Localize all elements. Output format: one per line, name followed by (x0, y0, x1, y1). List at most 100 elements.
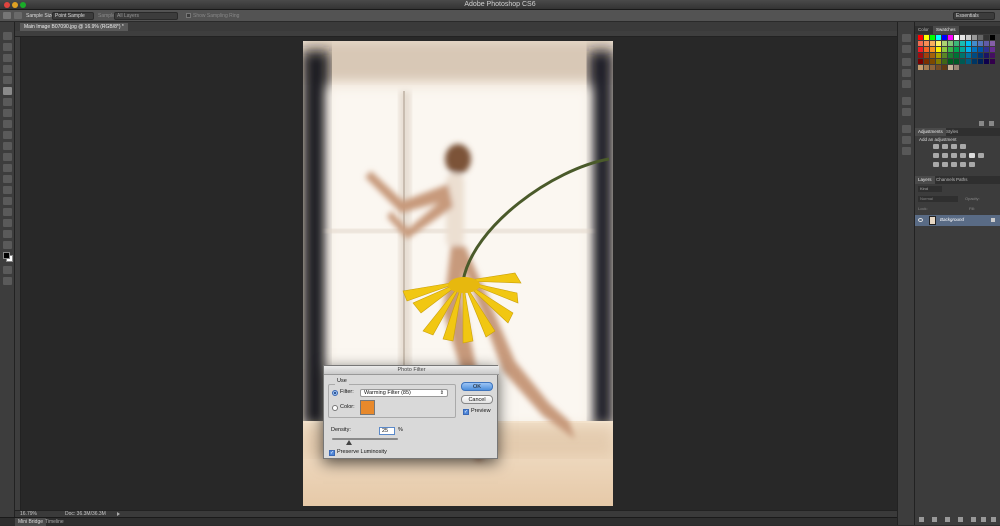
density-slider-track[interactable] (332, 438, 398, 440)
layer-row[interactable]: Background (915, 215, 1000, 226)
healing-brush-tool-icon[interactable] (3, 98, 12, 106)
sample-select[interactable]: All Layers (114, 12, 178, 20)
density-input[interactable]: 25 (379, 427, 395, 435)
document-tab[interactable]: Main Image B07090.jpg @ 16.9% (RGB/8*) * (20, 23, 128, 31)
shape-tool-icon[interactable] (3, 219, 12, 227)
tab-color[interactable]: Color (915, 26, 932, 34)
threshold-icon[interactable] (951, 162, 957, 167)
lock-label: Lock: (918, 206, 928, 211)
cancel-button[interactable]: Cancel (461, 395, 493, 404)
brush-presets-icon[interactable] (902, 69, 911, 77)
new-group-icon[interactable] (971, 517, 976, 522)
curves-icon[interactable] (951, 144, 957, 149)
type-tool-icon[interactable] (3, 197, 12, 205)
history-brush-tool-icon[interactable] (3, 131, 12, 139)
eyedropper-tool-icon[interactable] (3, 87, 12, 95)
tab-paths[interactable]: Paths (953, 176, 971, 184)
paragraph-icon[interactable] (902, 108, 911, 116)
link-layers-icon[interactable] (919, 517, 924, 522)
preview-checkbox[interactable]: ✓ (463, 409, 469, 415)
fill-label: Fill: (969, 206, 976, 211)
hue-saturation-icon[interactable] (942, 153, 948, 158)
crop-tool-icon[interactable] (3, 76, 12, 84)
navigator-icon[interactable] (902, 136, 911, 144)
play-action-icon[interactable] (902, 58, 911, 66)
color-swatch[interactable] (360, 400, 375, 415)
exposure-icon[interactable] (960, 144, 966, 149)
color-radio[interactable] (332, 405, 338, 411)
visibility-eye-icon[interactable] (918, 218, 923, 222)
zoom-tool-icon[interactable] (3, 241, 12, 249)
swatches-grid[interactable] (918, 35, 998, 79)
foreground-color-icon[interactable] (3, 252, 10, 259)
filter-label: Filter: (340, 389, 354, 395)
clone-source-icon[interactable] (902, 80, 911, 88)
app-title: Adobe Photoshop CS6 (464, 1, 536, 8)
posterize-icon[interactable] (942, 162, 948, 167)
sample-size-select[interactable]: Point Sample (52, 12, 94, 20)
layer-name: Background (940, 217, 965, 222)
gradient-map-icon[interactable] (960, 162, 966, 167)
color-balance-icon[interactable] (951, 153, 957, 158)
clone-stamp-tool-icon[interactable] (3, 120, 12, 128)
show-ring-checkbox[interactable] (186, 13, 191, 18)
workspace-select[interactable]: Essentials (953, 12, 995, 20)
filter-select-value: Warming Filter (85) (364, 390, 411, 396)
black-white-icon[interactable] (960, 153, 966, 158)
brush-tool-icon[interactable] (3, 109, 12, 117)
layer-filter-kind[interactable]: Kind (918, 186, 942, 192)
tool-presets-icon[interactable] (902, 147, 911, 155)
lasso-tool-icon[interactable] (3, 54, 12, 62)
properties-icon[interactable] (902, 45, 911, 53)
vibrance-icon[interactable] (933, 153, 939, 158)
character-icon[interactable] (902, 97, 911, 105)
color-panel-tabs: Color Swatches (915, 26, 1000, 34)
trash-icon[interactable] (991, 517, 996, 522)
quick-selection-tool-icon[interactable] (3, 65, 12, 73)
tab-styles[interactable]: Styles (943, 128, 961, 136)
new-adjustment-layer-icon[interactable] (958, 517, 963, 522)
layers-panel-tabs: Layers Channels Paths (915, 176, 1000, 184)
title-bar: Adobe Photoshop CS6 (0, 0, 1000, 10)
blend-mode-select[interactable]: Normal (918, 196, 958, 202)
info-icon[interactable] (902, 125, 911, 133)
move-tool-icon[interactable] (3, 32, 12, 40)
blur-tool-icon[interactable] (3, 164, 12, 172)
gradient-tool-icon[interactable] (3, 153, 12, 161)
brightness-contrast-icon[interactable] (933, 144, 939, 149)
tab-swatches[interactable]: Swatches (933, 26, 959, 34)
layer-style-icon[interactable] (932, 517, 937, 522)
preserve-luminosity-label: Preserve Luminosity (337, 449, 387, 455)
selective-color-icon[interactable] (969, 162, 975, 167)
path-selection-tool-icon[interactable] (3, 208, 12, 216)
ok-button[interactable]: OK (461, 382, 493, 391)
preserve-luminosity-checkbox[interactable]: ✓ (329, 450, 335, 456)
document-tab-bar: Main Image B07090.jpg @ 16.9% (RGB/8*) * (15, 22, 897, 31)
eyedropper-preset-icon[interactable] (14, 12, 22, 19)
home-icon[interactable] (3, 12, 11, 19)
invert-icon[interactable] (933, 162, 939, 167)
pen-tool-icon[interactable] (3, 186, 12, 194)
hand-tool-icon[interactable] (3, 230, 12, 238)
bottom-panel-tabs: Mini Bridge Timeline (0, 517, 897, 526)
new-layer-icon[interactable] (981, 517, 986, 522)
tab-adjustments[interactable]: Adjustments (915, 128, 946, 136)
marquee-tool-icon[interactable] (3, 43, 12, 51)
dialog-title: Photo Filter (324, 366, 499, 375)
photo-filter-icon[interactable] (969, 153, 975, 158)
eraser-tool-icon[interactable] (3, 142, 12, 150)
new-swatch-icon[interactable] (979, 121, 984, 126)
dodge-tool-icon[interactable] (3, 175, 12, 183)
status-menu-arrow-icon[interactable] (117, 512, 120, 516)
delete-swatch-icon[interactable] (989, 121, 994, 126)
add-mask-icon[interactable] (945, 517, 950, 522)
levels-icon[interactable] (942, 144, 948, 149)
filter-radio[interactable] (332, 390, 338, 396)
history-icon[interactable] (902, 34, 911, 42)
filter-select[interactable]: Warming Filter (85) ⇕ (360, 389, 448, 397)
density-slider-thumb[interactable] (345, 440, 352, 445)
channel-mixer-icon[interactable] (978, 153, 984, 158)
screen-mode-icon[interactable] (3, 277, 12, 285)
tab-layers[interactable]: Layers (915, 176, 935, 184)
quick-mask-icon[interactable] (3, 266, 12, 274)
